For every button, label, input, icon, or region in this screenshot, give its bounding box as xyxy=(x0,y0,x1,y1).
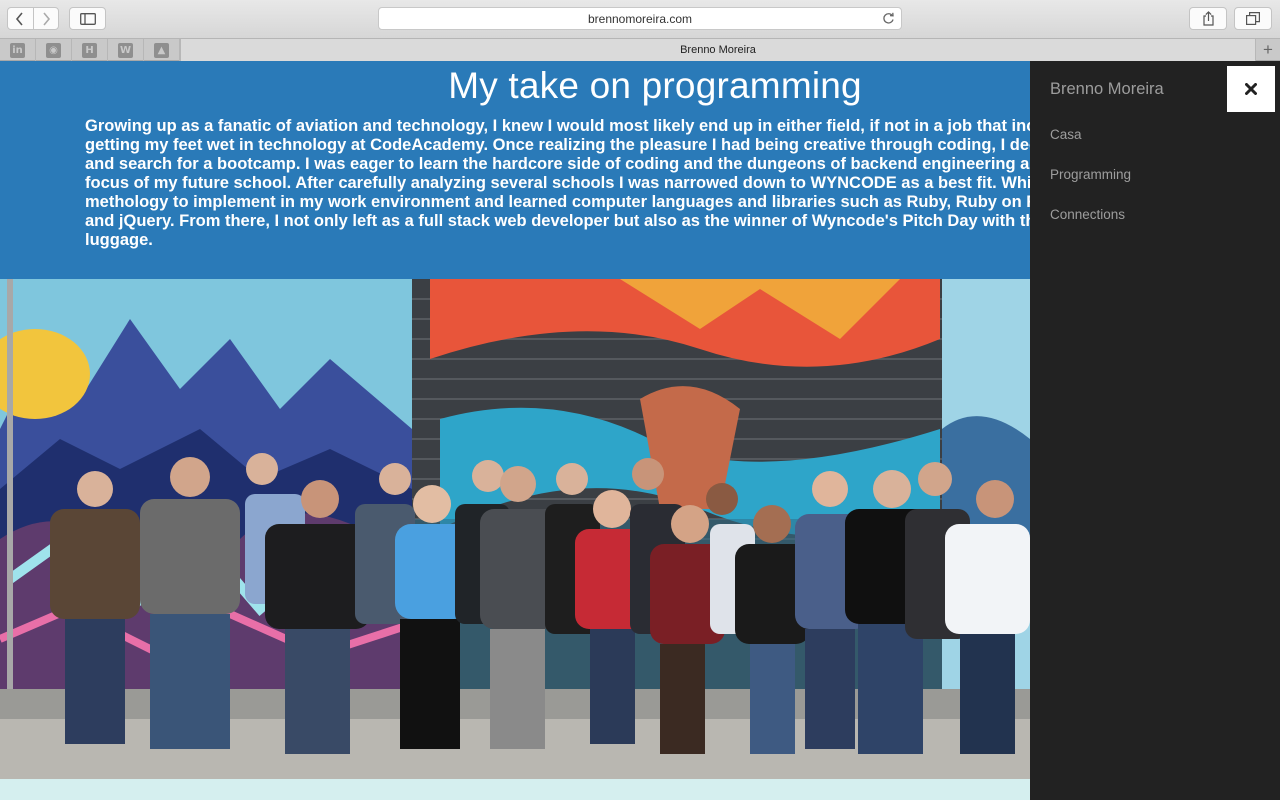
linkedin-icon: in xyxy=(10,42,25,58)
paragraph-line: Growing up as a fanatic of aviation and … xyxy=(85,117,1030,135)
favorite-github[interactable]: ◉ xyxy=(36,39,72,61)
show-sidebar-button[interactable] xyxy=(69,7,106,30)
nav-menu: Casa Programming Connections xyxy=(1050,127,1131,247)
hackerrank-icon: H xyxy=(82,42,97,58)
side-navigation: Brenno Moreira Casa Programming Connecti… xyxy=(1030,61,1280,800)
nav-button-group xyxy=(7,7,59,30)
intro-paragraph: Growing up as a fanatic of aviation and … xyxy=(85,117,1030,250)
group-photo-illustration xyxy=(0,279,1030,779)
url-text: brennomoreira.com xyxy=(587,11,693,26)
back-button[interactable] xyxy=(8,8,33,29)
browser-toolbar: brennomoreira.com xyxy=(0,0,1280,38)
github-icon: ◉ xyxy=(46,42,61,58)
favorite-linkedin[interactable]: in xyxy=(0,39,36,61)
active-tab[interactable]: Brenno Moreira xyxy=(180,39,1255,61)
favorites-bar: in ◉ H W ▲ Brenno Moreira + xyxy=(0,38,1280,61)
tab-title-text: Brenno Moreira xyxy=(680,44,756,56)
share-icon xyxy=(1202,11,1214,26)
share-button[interactable] xyxy=(1189,7,1227,30)
forward-button[interactable] xyxy=(32,8,58,29)
favorites-icons: in ◉ H W ▲ xyxy=(0,39,180,61)
next-section-strip xyxy=(0,779,1030,800)
nav-item-programming[interactable]: Programming xyxy=(1050,167,1131,207)
tabs-overview-icon xyxy=(1246,12,1260,25)
paragraph-line: and search for a bootcamp. I was eager t… xyxy=(85,155,1030,173)
close-nav-button[interactable] xyxy=(1227,66,1275,112)
chevron-left-icon xyxy=(16,11,24,26)
paragraph-line: luggage. xyxy=(85,231,153,249)
paragraph-line: focus of my future school. After careful… xyxy=(85,174,1030,192)
sidebar-icon xyxy=(79,12,96,25)
show-all-tabs-button[interactable] xyxy=(1234,7,1272,30)
chevron-right-icon xyxy=(43,11,51,26)
paragraph-line: getting my feet wet in technology at Cod… xyxy=(85,136,1030,154)
nav-item-casa[interactable]: Casa xyxy=(1050,127,1131,167)
wordpress-icon: W xyxy=(118,42,133,58)
paragraph-line: methology to implement in my work enviro… xyxy=(85,193,1030,211)
google-drive-icon: ▲ xyxy=(154,42,169,58)
reload-icon[interactable] xyxy=(882,12,895,25)
favorite-google-drive[interactable]: ▲ xyxy=(144,39,180,61)
programming-section: My take on programming Growing up as a f… xyxy=(0,61,1030,279)
group-photo xyxy=(0,279,1030,779)
address-bar[interactable]: brennomoreira.com xyxy=(378,7,902,30)
paragraph-line: and jQuery. From there, I not only left … xyxy=(85,212,1030,230)
plus-icon: + xyxy=(1263,40,1273,59)
new-tab-button[interactable]: + xyxy=(1255,39,1280,61)
favorite-wordpress[interactable]: W xyxy=(108,39,144,61)
close-icon xyxy=(1245,83,1257,95)
nav-item-connections[interactable]: Connections xyxy=(1050,207,1131,247)
favorite-hackerrank[interactable]: H xyxy=(72,39,108,61)
nav-brand[interactable]: Brenno Moreira xyxy=(1050,80,1164,99)
page-title: My take on programming xyxy=(448,65,862,106)
